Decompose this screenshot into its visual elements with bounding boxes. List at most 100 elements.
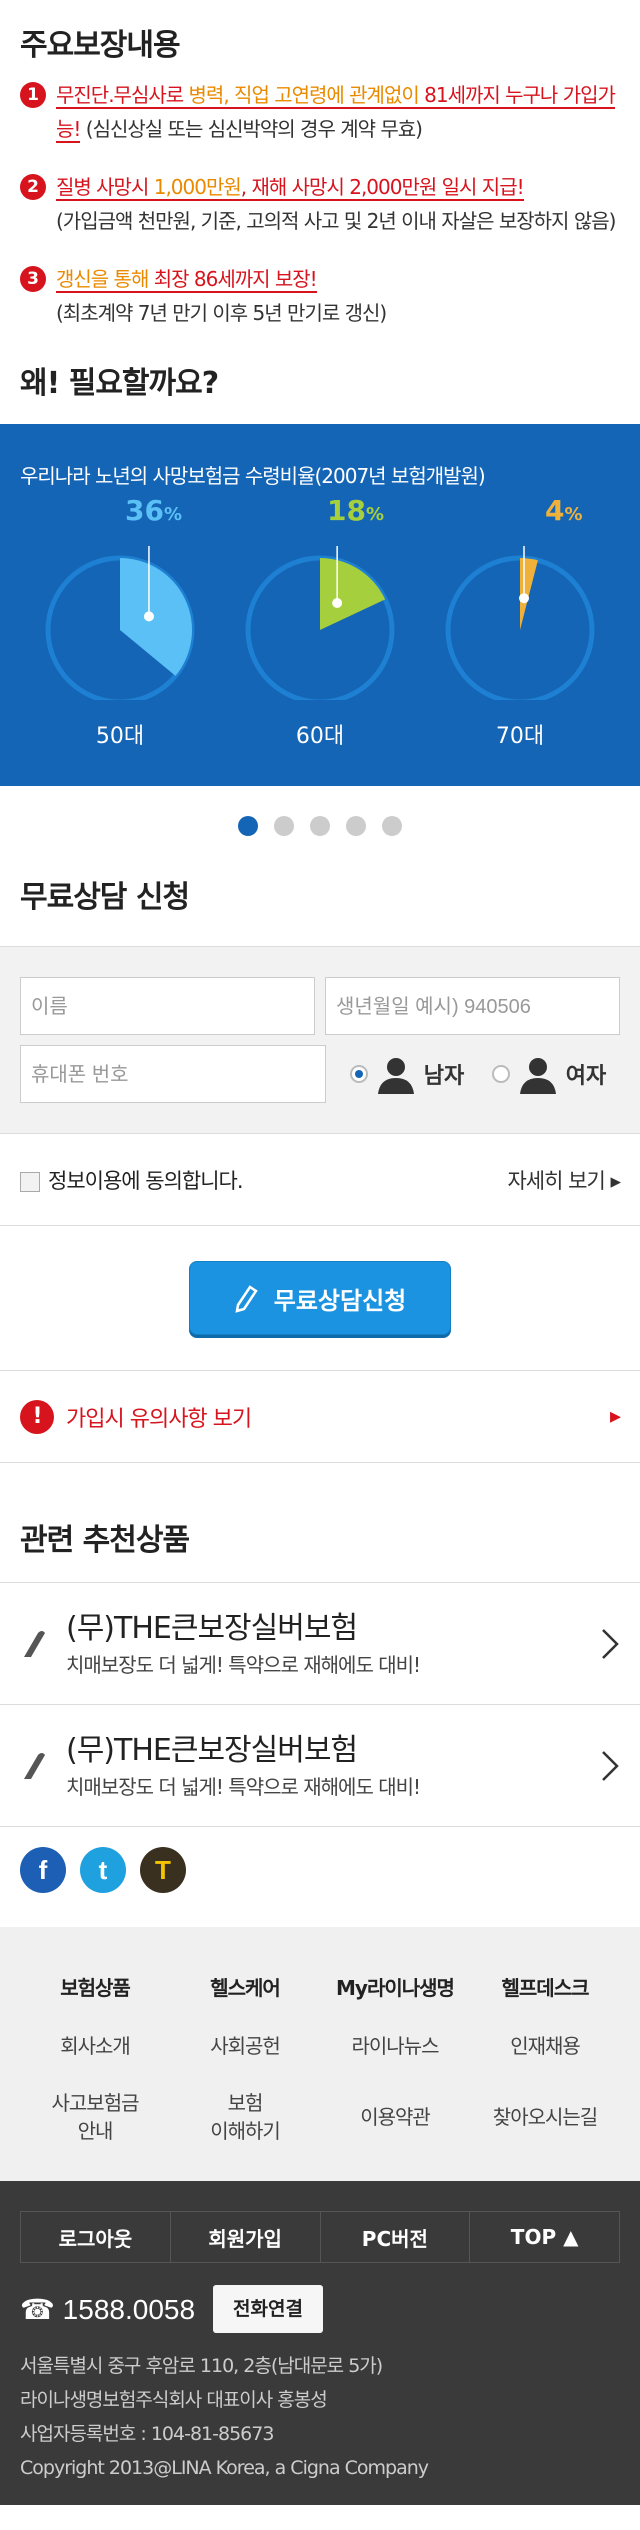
product-desc: 치매보장도 더 넓게! 특약으로 재해에도 대비! — [66, 1775, 421, 1799]
pie-slice — [120, 558, 193, 676]
footer-menu-item[interactable]: 인재채용 — [470, 2015, 620, 2073]
facebook-icon[interactable]: f — [20, 1847, 66, 1893]
note-text: (최초계약 7년 만기 이후 5년 만기로 갱신) — [56, 301, 387, 325]
coverage-point-1: 1 무진단.무심사로 병력, 직업 고연령에 관계없이 81세까지 누구나 가입… — [20, 78, 620, 146]
phone-row: ☎ 1588.0058 전화연결 — [20, 2285, 620, 2333]
footer-menu-item[interactable]: 이용약관 — [320, 2073, 470, 2161]
number-badge: 1 — [20, 82, 46, 108]
chevron-right-icon — [602, 1628, 619, 1659]
male-radio[interactable] — [349, 1065, 368, 1083]
footer-menu-item[interactable]: 회사소개 — [20, 2015, 170, 2073]
footer-menu-item[interactable]: 헬스케어 — [170, 1957, 320, 2015]
company-info-line: 라이나생명보험주식회사 대표이사 홍봉성 — [20, 2389, 328, 2411]
footer-menu-item[interactable]: 보험상품 — [20, 1957, 170, 2015]
footer-menu-item[interactable]: 사회공헌 — [170, 2015, 320, 2073]
pencil-icon — [235, 1285, 258, 1313]
company-info-line: 사업자등록번호 : 104-81-85673 — [20, 2423, 274, 2445]
product-item[interactable]: (무)THE큰보장실버보험치매보장도 더 넓게! 특약으로 재해에도 대비! — [0, 1583, 640, 1705]
footer-menu-item[interactable]: 라이나뉴스 — [320, 2015, 470, 2073]
agree-row: 정보이용에 동의합니다. 자세히 보기 ▸ — [0, 1134, 640, 1226]
pagination-dot[interactable] — [310, 816, 330, 836]
gender-female[interactable]: 여자 — [491, 1054, 607, 1094]
person-icon — [519, 1058, 556, 1094]
footer-toolbar-button[interactable]: TOP ▲ — [470, 2212, 619, 2262]
coverage-title: 주요보장내용 — [20, 28, 181, 63]
pie-marker — [143, 611, 154, 622]
free-consult-button[interactable]: 무료상담신청 — [189, 1261, 451, 1335]
consult-title: 무료상담 신청 — [20, 880, 190, 915]
footer-menu-item[interactable]: 보험 이해하기 — [170, 2073, 320, 2161]
male-label: 남자 — [423, 1064, 465, 1089]
product-item[interactable]: (무)THE큰보장실버보험치매보장도 더 넓게! 특약으로 재해에도 대비! — [0, 1705, 640, 1827]
pie-percent: 36% — [125, 494, 183, 527]
notice-label: 가입시 유의사항 보기 — [66, 1406, 252, 1432]
number-badge: 3 — [20, 266, 46, 292]
female-label: 여자 — [565, 1064, 607, 1089]
footer-toolbar-button[interactable]: PC버전 — [321, 2212, 471, 2262]
pagination-dot[interactable] — [238, 816, 258, 836]
coverage-point-3: 3 갱신을 통해 최장 86세까지 보장! (최초계약 7년 만기 이후 5년 … — [20, 262, 620, 330]
pie-chart: 36% 50대 — [35, 494, 205, 750]
highlight-text: 최장 86세까지 보장! — [153, 267, 318, 293]
gender-select: 남자 여자 — [336, 1045, 620, 1103]
triangle-right-icon: ▸ — [609, 1404, 621, 1429]
birthdate-input[interactable]: 생년월일 예시) 940506 — [325, 977, 620, 1035]
highlight-text: 2,000만원 일시 지급! — [349, 175, 525, 201]
coverage-points: 1 무진단.무심사로 병력, 직업 고연령에 관계없이 81세까지 누구나 가입… — [0, 70, 640, 330]
notice-link[interactable]: ! 가입시 유의사항 보기 ▸ — [0, 1371, 640, 1463]
agree-checkbox[interactable]: 정보이용에 동의합니다. — [20, 1165, 244, 1195]
recommend-title: 관련 추천상품 — [0, 1463, 640, 1583]
gender-male[interactable]: 남자 — [349, 1054, 465, 1094]
call-button[interactable]: 전화연결 — [213, 2285, 323, 2333]
phone-icon: ☎ — [20, 2293, 55, 2325]
highlight-text: , 재해 사망시 — [240, 175, 350, 201]
social-links: ftT — [0, 1827, 640, 1927]
company-info: 서울특별시 중구 후암로 110, 2층(남대문로 5가) 라이나생명보험주식회사… — [20, 2349, 620, 2485]
highlight-text: 병력, 직업 고연령에 관계없이 — [183, 83, 425, 109]
name-input[interactable]: 이름 — [20, 977, 315, 1035]
footer: 로그아웃 회원가입 PC버전 TOP ▲ ☎ 1588.0058 전화연결 서울특별시… — [0, 2181, 640, 2505]
phone-input[interactable]: 휴대폰 번호 — [20, 1045, 326, 1103]
pagination-dot[interactable] — [382, 816, 402, 836]
checkbox[interactable] — [20, 1171, 40, 1192]
highlight-text: 질병 사망시 — [56, 175, 154, 201]
pie-chart: 18% 60대 — [235, 494, 405, 750]
product-desc: 치매보장도 더 넓게! 특약으로 재해에도 대비! — [66, 1653, 421, 1677]
footer-menu: 보험상품 헬스케어 My라이나생명 헬프데스크회사소개 사회공헌 라이나뉴스 인재채용사고보… — [0, 1927, 640, 2181]
why-title: 왜! 필요할까요? — [20, 366, 219, 401]
twitter-icon[interactable]: t — [80, 1847, 126, 1893]
consult-form: 이름 생년월일 예시) 940506 휴대폰 번호 남자 여자 — [0, 946, 640, 1134]
product-name: (무)THE큰보장실버보험 — [66, 1611, 358, 1646]
footer-menu-item[interactable]: 헬프데스크 — [470, 1957, 620, 2015]
pie-marker — [332, 597, 343, 608]
slide-caption: 우리나라 노년의 사망보험금 수령비율(2007년 보험개발원) — [20, 464, 486, 488]
footer-menu-item[interactable]: My라이나생명 — [320, 1957, 470, 2015]
pie-marker — [519, 593, 530, 604]
footer-toolbar-button[interactable]: 회원가입 — [171, 2212, 321, 2262]
company-info-line: Copyright 2013@LINA Korea, a Cigna Compa… — [20, 2457, 429, 2479]
pie-percent: 18% — [327, 494, 385, 527]
footer-toolbar: 로그아웃 회원가입 PC버전 TOP ▲ — [20, 2211, 620, 2263]
note-text: (심신상실 또는 심신박약의 경우 계약 무효) — [80, 117, 423, 141]
footer-menu-item[interactable]: 사고보험금 안내 — [20, 2073, 170, 2161]
pie-label: 60대 — [295, 724, 345, 749]
coverage-point-2: 2 질병 사망시 1,000만원, 재해 사망시 2,000만원 일시 지급! … — [20, 170, 620, 238]
product-name: (무)THE큰보장실버보험 — [66, 1733, 358, 1768]
female-radio[interactable] — [491, 1065, 510, 1083]
highlight-text: 갱신을 통해 — [56, 267, 154, 293]
footer-toolbar-button[interactable]: 로그아웃 — [21, 2212, 171, 2262]
triangle-right-icon: ▸ — [610, 1168, 621, 1193]
coverage-section: 주요보장내용 1 무진단.무심사로 병력, 직업 고연령에 관계없이 81세까지… — [0, 0, 640, 330]
agree-label: 정보이용에 동의합니다. — [48, 1168, 244, 1193]
phone-number: 1588.0058 — [62, 2293, 196, 2325]
footer-menu-item[interactable]: 찾아오시는길 — [470, 2073, 620, 2161]
chevron-right-icon — [602, 1750, 619, 1781]
pen-icon — [24, 1752, 45, 1779]
pagination-dot[interactable] — [346, 816, 366, 836]
pie-row: 36% 50대 18% 60대 4% 70대 — [0, 494, 640, 750]
stats-slide[interactable]: 우리나라 노년의 사망보험금 수령비율(2007년 보험개발원) 36% 50대 1… — [0, 424, 640, 786]
pie-percent: 4% — [545, 494, 583, 527]
t-icon[interactable]: T — [140, 1847, 186, 1893]
pagination-dot[interactable] — [274, 816, 294, 836]
details-link[interactable]: 자세히 보기 ▸ — [507, 1165, 620, 1195]
